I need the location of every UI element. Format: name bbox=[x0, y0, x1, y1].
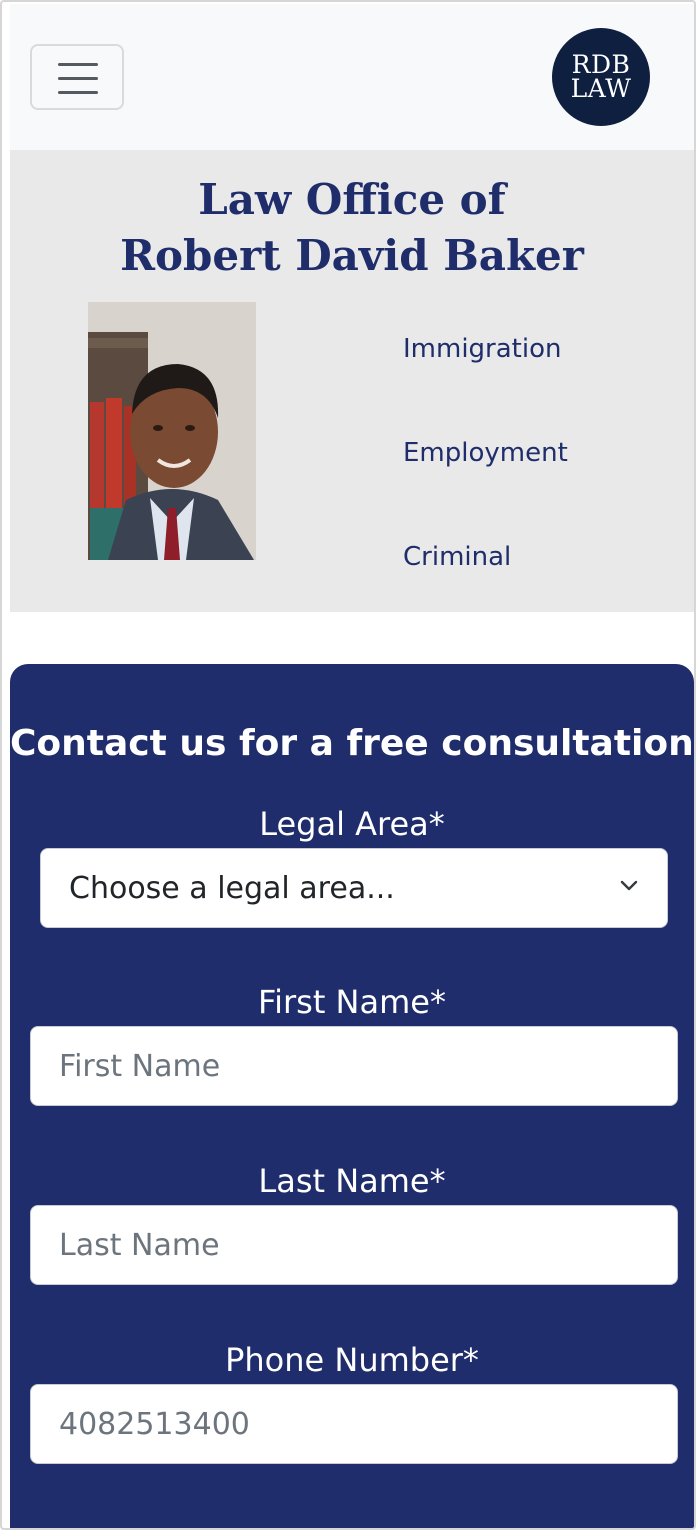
legal-area-select[interactable]: Choose a legal area... bbox=[40, 848, 668, 928]
menu-icon-bar bbox=[58, 77, 98, 80]
legal-area-label: Legal Area* bbox=[259, 805, 445, 843]
title-line-1: Law Office of bbox=[198, 175, 506, 224]
menu-icon-bar bbox=[58, 91, 98, 94]
practice-link-criminal[interactable]: Criminal bbox=[403, 540, 568, 644]
contact-heading: Contact us for a free consultation! bbox=[10, 723, 696, 764]
portrait-image bbox=[88, 302, 256, 560]
logo-line-2: LAW bbox=[570, 74, 632, 103]
practice-areas-list: Immigration Employment Criminal bbox=[403, 332, 568, 644]
chevron-down-icon bbox=[620, 880, 638, 891]
navbar: RDB LAW bbox=[10, 4, 694, 150]
page-frame: RDB LAW Law Office of Robert David Baker bbox=[0, 0, 696, 1530]
attorney-portrait bbox=[88, 302, 256, 560]
legal-area-selected-value: Choose a legal area... bbox=[69, 871, 395, 906]
hero-section: Law Office of Robert David Baker Immigra… bbox=[10, 150, 694, 612]
first-name-input[interactable] bbox=[30, 1026, 678, 1106]
phone-number-label: Phone Number* bbox=[225, 1341, 479, 1379]
last-name-label: Last Name* bbox=[258, 1162, 446, 1200]
practice-link-employment[interactable]: Employment bbox=[403, 436, 568, 540]
first-name-label: First Name* bbox=[258, 983, 446, 1021]
page-title: Law Office of Robert David Baker bbox=[10, 172, 694, 284]
last-name-input[interactable] bbox=[30, 1205, 678, 1285]
contact-form: Contact us for a free consultation! Lega… bbox=[10, 664, 694, 1528]
practice-link-immigration[interactable]: Immigration bbox=[403, 332, 568, 436]
rdb-law-logo[interactable]: RDB LAW bbox=[552, 28, 650, 126]
menu-icon bbox=[58, 63, 98, 66]
menu-toggle-button[interactable] bbox=[30, 44, 124, 110]
phone-number-input[interactable] bbox=[30, 1384, 678, 1464]
title-line-2: Robert David Baker bbox=[120, 231, 584, 280]
